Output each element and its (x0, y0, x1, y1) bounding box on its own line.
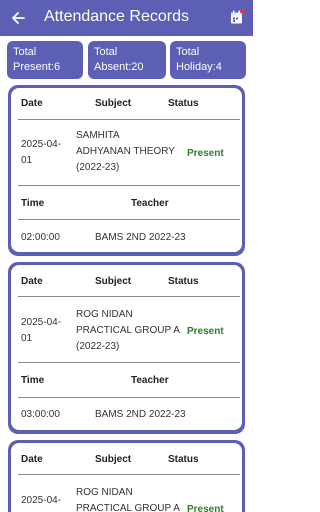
status-badge: Present (187, 148, 224, 159)
date-header: Date (21, 98, 43, 109)
total-absent-value: Absent:20 (94, 61, 144, 73)
record-teacher: BAMS 2ND 2022-23 (95, 232, 186, 243)
divider (18, 397, 240, 398)
record-date: 2025-04- (21, 495, 62, 506)
divider (18, 362, 240, 363)
back-button[interactable] (9, 9, 27, 27)
status-badge: Present (187, 504, 224, 512)
record-date: 2025-04- 01 (21, 139, 62, 166)
calendar-icon (231, 9, 245, 24)
divider (18, 474, 240, 475)
record-teacher: BAMS 2ND 2022-23 (95, 409, 186, 420)
subject-header: Subject (95, 276, 132, 287)
total-holiday-value: Holiday:4 (176, 61, 222, 73)
time-header: Time (21, 198, 45, 209)
record-time: 02:00:00 (21, 232, 60, 243)
record-subject: ROG NIDAN PRACTICAL GROUP A (76, 487, 180, 512)
subject-header: Subject (95, 98, 132, 109)
status-header: Status (168, 454, 199, 465)
status-badge: Present (187, 326, 224, 337)
date-header: Date (21, 454, 43, 465)
attendance-record-card: Date Subject Status 2025-04- 01 SAMHITA … (8, 85, 245, 256)
page-title: Attendance Records (44, 8, 189, 25)
record-subject: ROG NIDAN PRACTICAL GROUP A (2022-23) (76, 309, 180, 352)
time-header: Time (21, 375, 45, 386)
subject-header: Subject (95, 454, 132, 465)
calendar-button[interactable] (229, 9, 245, 26)
total-absent-label: Total (94, 46, 118, 58)
record-time: 03:00:00 (21, 409, 60, 420)
total-present-label: Total (13, 46, 37, 58)
arrow-left-icon (12, 12, 25, 24)
status-header: Status (168, 98, 199, 109)
record-subject: SAMHITA ADHYANAN THEORY (2022-23) (76, 130, 175, 173)
status-header: Status (168, 276, 199, 287)
divider (18, 296, 240, 297)
total-present-chip: Total Present:6 (7, 41, 83, 79)
total-holiday-chip: Total Holiday:4 (170, 41, 246, 79)
date-header: Date (21, 276, 43, 287)
divider (18, 219, 240, 220)
total-present-value: Present:6 (13, 61, 61, 73)
attendance-record-card: Date Subject Status 2025-04- ROG NIDAN P… (8, 440, 245, 512)
divider (18, 185, 240, 186)
teacher-header: Teacher (131, 375, 169, 386)
divider (18, 119, 240, 120)
attendance-record-card: Date Subject Status 2025-04- 01 ROG NIDA… (8, 262, 245, 434)
app-bar: Attendance Records (0, 0, 253, 36)
teacher-header: Teacher (131, 198, 169, 209)
total-holiday-label: Total (176, 46, 200, 58)
total-absent-chip: Total Absent:20 (88, 41, 166, 79)
record-date: 2025-04- 01 (21, 317, 62, 344)
